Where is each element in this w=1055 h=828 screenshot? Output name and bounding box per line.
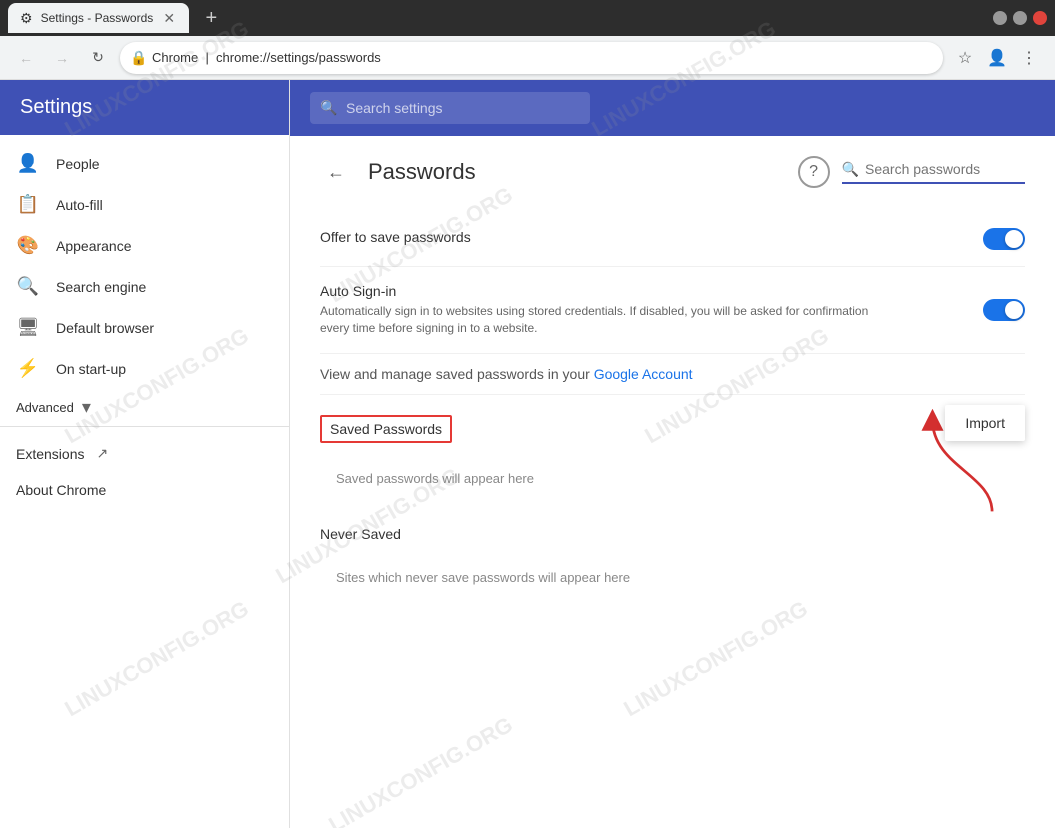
search-engine-icon: 🔍 <box>16 276 40 297</box>
extensions-link[interactable]: Extensions ↗ <box>0 435 289 472</box>
about-chrome-link[interactable]: About Chrome <box>0 472 289 508</box>
new-tab-button[interactable]: + <box>197 4 225 32</box>
about-chrome-label: About Chrome <box>16 482 106 498</box>
browser-body: Settings 👤 People 📋 Auto-fill 🎨 Appearan… <box>0 80 1055 828</box>
sidebar-browser-label: Default browser <box>56 320 154 336</box>
auto-signin-info: Auto Sign-in Automatically sign in to we… <box>320 283 983 337</box>
menu-icon[interactable]: ⋮ <box>1015 44 1043 72</box>
auto-signin-knob <box>1005 301 1023 319</box>
sidebar-item-autofill[interactable]: 📋 Auto-fill <box>0 184 289 225</box>
offer-save-info: Offer to save passwords <box>320 229 983 249</box>
help-icon[interactable]: ? <box>798 156 830 188</box>
sidebar-startup-label: On start-up <box>56 361 126 377</box>
sidebar: Settings 👤 People 📋 Auto-fill 🎨 Appearan… <box>0 80 290 828</box>
never-saved-empty-text: Sites which never save passwords will ap… <box>336 570 630 585</box>
main-search-input[interactable] <box>310 92 590 124</box>
saved-passwords-empty-text: Saved passwords will appear here <box>336 471 534 486</box>
autofill-icon: 📋 <box>16 194 40 215</box>
sidebar-item-people[interactable]: 👤 People <box>0 143 289 184</box>
close-button[interactable] <box>1033 11 1047 25</box>
google-account-link[interactable]: Google Account <box>594 366 693 382</box>
auto-signin-toggle[interactable] <box>983 299 1025 321</box>
toolbar-icons: ☆ 👤 ⋮ <box>951 44 1043 72</box>
main-search-bar: 🔍 <box>290 80 1055 136</box>
main-search-wrap: 🔍 <box>310 92 590 124</box>
never-saved-empty: Sites which never save passwords will ap… <box>320 550 1025 605</box>
sidebar-item-appearance[interactable]: 🎨 Appearance <box>0 225 289 266</box>
browser-titlebar: ⚙ Settings - Passwords ✕ + <box>0 0 1055 36</box>
back-to-settings-button[interactable]: ← <box>320 156 352 188</box>
sidebar-people-label: People <box>56 156 100 172</box>
password-search-icon: 🔍 <box>842 161 859 178</box>
offer-save-label: Offer to save passwords <box>320 229 983 245</box>
offer-save-toggle[interactable] <box>983 228 1025 250</box>
main-search-icon: 🔍 <box>320 100 337 117</box>
never-saved-section: Never Saved Sites which never save passw… <box>320 526 1025 605</box>
address-input[interactable] <box>120 42 943 74</box>
auto-signin-row: Auto Sign-in Automatically sign in to we… <box>320 267 1025 354</box>
passwords-title: Passwords <box>368 159 782 185</box>
password-search-input[interactable] <box>865 161 1025 177</box>
sidebar-autofill-label: Auto-fill <box>56 197 103 213</box>
advanced-label: Advanced <box>16 400 74 415</box>
extensions-label: Extensions <box>16 446 84 462</box>
sidebar-appearance-label: Appearance <box>56 238 132 254</box>
browser-toolbar: ← → ↻ 🔒 ☆ 👤 ⋮ <box>0 36 1055 80</box>
sidebar-item-default-browser[interactable]: 🖥 Default browser <box>0 307 289 348</box>
never-saved-label: Never Saved <box>320 526 401 542</box>
back-button[interactable]: ← <box>12 44 40 72</box>
address-bar-wrap: 🔒 <box>120 42 943 74</box>
import-button[interactable]: Import <box>945 405 1025 441</box>
passwords-header: ← Passwords ? 🔍 <box>320 156 1025 188</box>
tab-close-button[interactable]: ✕ <box>161 10 177 26</box>
saved-passwords-section: Saved Passwords Import <box>320 415 1025 443</box>
main-content: 🔍 ← Passwords ? 🔍 O <box>290 80 1055 828</box>
google-account-row: View and manage saved passwords in your … <box>320 354 1025 395</box>
sidebar-bottom: Extensions ↗ About Chrome <box>0 426 289 516</box>
active-tab[interactable]: ⚙ Settings - Passwords ✕ <box>8 3 189 33</box>
sidebar-header: Settings <box>0 80 289 135</box>
auto-signin-label: Auto Sign-in <box>320 283 983 299</box>
tab-title: Settings - Passwords <box>41 11 154 25</box>
restore-button[interactable] <box>1013 11 1027 25</box>
minimize-button[interactable] <box>993 11 1007 25</box>
sidebar-item-search-engine[interactable]: 🔍 Search engine <box>0 266 289 307</box>
address-lock-icon: 🔒 <box>130 49 147 66</box>
sidebar-title: Settings <box>20 96 92 118</box>
bookmark-icon[interactable]: ☆ <box>951 44 979 72</box>
manage-text: View and manage saved passwords in your <box>320 366 594 382</box>
never-saved-header: Never Saved <box>320 526 1025 542</box>
people-icon: 👤 <box>16 153 40 174</box>
external-link-icon: ↗ <box>96 445 108 462</box>
window-controls <box>993 11 1047 25</box>
saved-passwords-empty: Saved passwords will appear here <box>320 451 1025 506</box>
appearance-icon: 🎨 <box>16 235 40 256</box>
advanced-chevron-icon: ▾ <box>82 397 91 418</box>
passwords-search: 🔍 <box>842 161 1025 184</box>
sidebar-search-label: Search engine <box>56 279 146 295</box>
reload-button[interactable]: ↻ <box>84 44 112 72</box>
saved-passwords-label: Saved Passwords <box>320 415 452 443</box>
sidebar-nav: 👤 People 📋 Auto-fill 🎨 Appearance 🔍 Sear… <box>0 135 289 828</box>
account-icon[interactable]: 👤 <box>983 44 1011 72</box>
sidebar-advanced[interactable]: Advanced ▾ <box>0 389 289 426</box>
startup-icon: ⚡ <box>16 358 40 379</box>
header-actions: ? 🔍 <box>798 156 1025 188</box>
offer-save-row: Offer to save passwords <box>320 212 1025 267</box>
sidebar-item-on-startup[interactable]: ⚡ On start-up <box>0 348 289 389</box>
tab-settings-icon: ⚙ <box>20 10 33 27</box>
auto-signin-desc: Automatically sign in to websites using … <box>320 303 900 337</box>
offer-save-knob <box>1005 230 1023 248</box>
default-browser-icon: 🖥 <box>16 317 40 338</box>
passwords-pane: ← Passwords ? 🔍 Offer to save passwords <box>290 136 1055 828</box>
forward-button[interactable]: → <box>48 44 76 72</box>
